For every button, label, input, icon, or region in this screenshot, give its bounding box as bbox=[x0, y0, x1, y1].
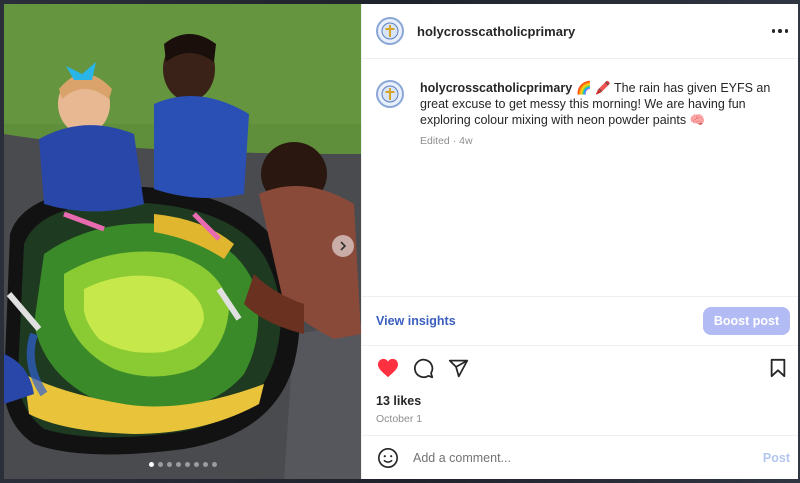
emoji-button[interactable] bbox=[376, 446, 400, 470]
comment-button[interactable] bbox=[411, 356, 435, 380]
post-comment-button[interactable]: Post bbox=[763, 451, 790, 465]
like-button[interactable] bbox=[376, 356, 400, 380]
post-modal: holycrosscatholicprimary holycrosscathol… bbox=[4, 4, 798, 479]
school-crest-icon bbox=[381, 85, 399, 103]
post-side-panel: holycrosscatholicprimary holycrosscathol… bbox=[361, 4, 798, 479]
carousel-dot bbox=[148, 462, 154, 467]
carousel-dot bbox=[175, 462, 181, 467]
likes-count[interactable]: 13 likes bbox=[362, 394, 798, 408]
chevron-right-icon bbox=[340, 241, 347, 251]
view-insights-link[interactable]: View insights bbox=[376, 314, 456, 328]
carousel-dots bbox=[4, 462, 361, 467]
post-username[interactable]: holycrosscatholicprimary bbox=[417, 24, 575, 39]
caption-username[interactable]: holycrosscatholicprimary bbox=[420, 81, 572, 95]
carousel-dot bbox=[166, 462, 172, 467]
avatar[interactable] bbox=[376, 17, 404, 45]
save-button[interactable] bbox=[766, 356, 790, 380]
caption-avatar[interactable] bbox=[376, 80, 404, 108]
insights-row: View insights Boost post bbox=[362, 297, 798, 346]
more-options-button[interactable] bbox=[770, 21, 791, 41]
post-header: holycrosscatholicprimary bbox=[362, 4, 798, 59]
carousel-dot bbox=[184, 462, 190, 467]
caption-body: holycrosscatholicprimary 🌈 🖍️ The rain ha… bbox=[420, 80, 790, 296]
comment-input[interactable] bbox=[413, 450, 763, 465]
bookmark-icon bbox=[770, 358, 786, 378]
caption: holycrosscatholicprimary 🌈 🖍️ The rain ha… bbox=[420, 80, 790, 128]
caption-area: holycrosscatholicprimary 🌈 🖍️ The rain ha… bbox=[362, 59, 798, 297]
comment-icon bbox=[413, 358, 433, 378]
caption-meta: Edited · 4w bbox=[420, 135, 473, 147]
carousel-dot bbox=[202, 462, 208, 467]
more-icon bbox=[771, 29, 775, 33]
action-bar bbox=[362, 346, 798, 390]
carousel-dot bbox=[193, 462, 199, 467]
school-crest-icon bbox=[381, 22, 399, 40]
heart-icon bbox=[378, 358, 398, 378]
carousel-dot bbox=[157, 462, 163, 467]
post-media[interactable] bbox=[4, 4, 361, 479]
share-button[interactable] bbox=[446, 356, 470, 380]
share-icon bbox=[448, 359, 468, 377]
comment-row: Post bbox=[362, 435, 798, 479]
carousel-next-button[interactable] bbox=[332, 235, 354, 257]
post-date[interactable]: October 1 bbox=[362, 413, 798, 425]
post-photo bbox=[4, 4, 361, 479]
carousel-dot bbox=[211, 462, 217, 467]
emoji-icon bbox=[378, 447, 398, 468]
boost-post-button[interactable]: Boost post bbox=[703, 307, 790, 335]
